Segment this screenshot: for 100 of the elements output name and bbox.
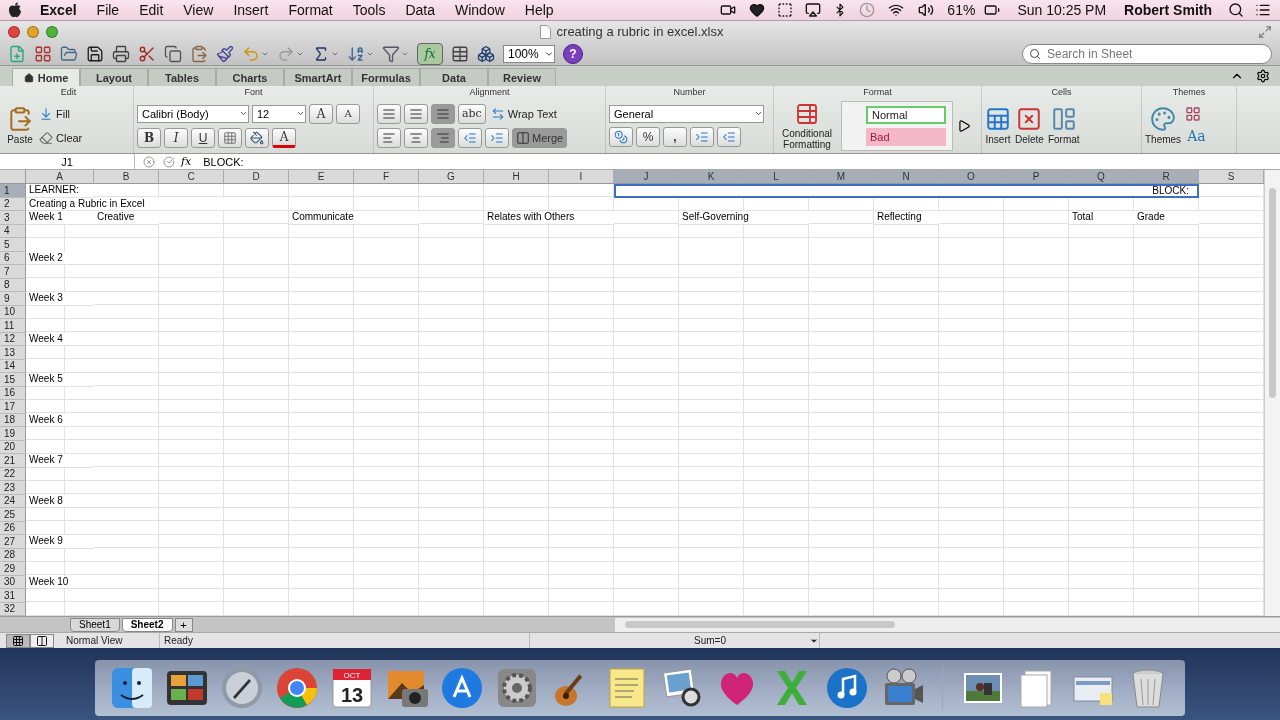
format-button[interactable]: Format bbox=[1047, 106, 1080, 145]
cell-style[interactable]: Normal bbox=[866, 105, 946, 124]
orientation-button[interactable]: abc bbox=[458, 103, 486, 124]
column-header[interactable]: J bbox=[614, 170, 679, 184]
ribbon-tab[interactable]: Home bbox=[12, 68, 80, 86]
menu-item[interactable]: File bbox=[86, 2, 130, 18]
row-header[interactable]: 19 bbox=[0, 427, 26, 441]
conditional-formatting-button[interactable]: Conditional Formatting bbox=[777, 101, 837, 150]
fill-color-button[interactable] bbox=[245, 127, 269, 148]
fill-button[interactable]: Fill bbox=[37, 103, 85, 124]
align-right-button[interactable] bbox=[431, 127, 455, 148]
align-center-button[interactable] bbox=[404, 127, 428, 148]
column-header[interactable]: S bbox=[1199, 170, 1264, 184]
theme-fonts-button[interactable]: Aa bbox=[1185, 125, 1208, 146]
row-header[interactable]: 13 bbox=[0, 346, 26, 360]
column-header[interactable]: N bbox=[874, 170, 939, 184]
column-header[interactable]: G bbox=[419, 170, 484, 184]
heart-icon[interactable] bbox=[749, 2, 766, 18]
decrease-indent-button[interactable] bbox=[458, 127, 482, 148]
column-header[interactable]: H bbox=[484, 170, 549, 184]
italic-button[interactable]: I bbox=[164, 127, 188, 148]
clock-time[interactable]: Sun 10:25 PM bbox=[1011, 2, 1113, 18]
music-note-icon[interactable] bbox=[824, 665, 870, 711]
column-header[interactable]: D bbox=[224, 170, 289, 184]
row-header[interactable]: 5 bbox=[0, 238, 26, 252]
ribbon-tab[interactable]: Charts bbox=[216, 68, 284, 86]
column-header[interactable]: K bbox=[679, 170, 744, 184]
paste-button[interactable]: Paste bbox=[7, 106, 33, 145]
currency-button[interactable] bbox=[609, 126, 633, 147]
check-icon[interactable] bbox=[163, 155, 175, 168]
normal-view-button[interactable] bbox=[6, 633, 30, 648]
underline-button[interactable]: U bbox=[191, 127, 215, 148]
row-header[interactable]: 15 bbox=[0, 373, 26, 387]
row-header[interactable]: 11 bbox=[0, 319, 26, 333]
row-header[interactable]: 29 bbox=[0, 562, 26, 576]
align-top-button[interactable] bbox=[377, 103, 401, 124]
column-header[interactable]: O bbox=[939, 170, 1004, 184]
align-bottom-button[interactable] bbox=[431, 103, 455, 124]
insert-button[interactable]: Insert bbox=[985, 106, 1011, 145]
menu-item[interactable]: Help bbox=[514, 2, 564, 18]
menu-item[interactable]: Excel bbox=[30, 2, 87, 18]
theme-colors-icon[interactable] bbox=[1185, 105, 1202, 122]
column-header[interactable]: C bbox=[159, 170, 224, 184]
search-icon[interactable] bbox=[1228, 2, 1244, 18]
minimize-button[interactable] bbox=[27, 25, 39, 38]
close-button[interactable] bbox=[8, 25, 20, 38]
row-header[interactable]: 25 bbox=[0, 508, 26, 522]
menu-item[interactable]: Tools bbox=[342, 2, 396, 18]
calendar-icon[interactable]: OCT 13 bbox=[329, 665, 375, 711]
volume-icon[interactable] bbox=[917, 2, 936, 18]
zoom-field[interactable]: 100% bbox=[503, 44, 555, 63]
formula-builder-button[interactable]: fx bbox=[417, 42, 443, 65]
apple-icon[interactable] bbox=[8, 2, 22, 18]
ribbon-tab[interactable]: SmartArt bbox=[284, 68, 352, 86]
sheet-tab[interactable]: Sheet1 bbox=[70, 617, 120, 632]
settings-icon[interactable] bbox=[1256, 69, 1270, 83]
column-header[interactable]: P bbox=[1004, 170, 1069, 184]
row-header[interactable]: 9 bbox=[0, 292, 26, 306]
row-header[interactable]: 1 bbox=[0, 184, 26, 198]
font-size-field[interactable]: 12 bbox=[252, 104, 306, 123]
row-header[interactable]: 27 bbox=[0, 535, 26, 549]
decrease-decimal-button[interactable] bbox=[717, 126, 741, 147]
browser-icon[interactable] bbox=[274, 665, 320, 711]
formula-field[interactable]: BLOCK: bbox=[197, 155, 1280, 168]
fx-label[interactable]: fx bbox=[181, 155, 192, 168]
scrollbar-thumb[interactable] bbox=[624, 621, 895, 628]
column-header[interactable]: L bbox=[744, 170, 809, 184]
themes-button[interactable]: Themes bbox=[1145, 106, 1182, 145]
wifi-icon[interactable] bbox=[887, 2, 906, 18]
column-header[interactable]: I bbox=[549, 170, 614, 184]
increase-decimal-button[interactable] bbox=[690, 126, 714, 147]
menu-item[interactable]: Data bbox=[395, 2, 445, 18]
comma-button[interactable]: , bbox=[663, 126, 687, 147]
page-layout-button[interactable] bbox=[30, 633, 54, 648]
delete-button[interactable]: Delete bbox=[1015, 106, 1044, 145]
row-header[interactable]: 21 bbox=[0, 454, 26, 468]
ribbon-tab[interactable]: Tables bbox=[148, 68, 216, 86]
wrap-text-button[interactable]: Wrap Text bbox=[488, 103, 559, 124]
play-icon[interactable] bbox=[957, 118, 971, 133]
row-header[interactable]: 17 bbox=[0, 400, 26, 414]
grow-font-button[interactable]: A bbox=[309, 103, 333, 124]
font-color-button[interactable]: A bbox=[272, 127, 296, 148]
column-header[interactable]: R bbox=[1134, 170, 1199, 184]
column-header[interactable]: E bbox=[289, 170, 354, 184]
column-header[interactable]: Q bbox=[1069, 170, 1134, 184]
menu-item[interactable]: Insert bbox=[223, 2, 279, 18]
row-header[interactable]: 3 bbox=[0, 211, 26, 225]
clear-button[interactable]: Clear bbox=[37, 127, 85, 148]
column-header[interactable]: A bbox=[26, 170, 94, 184]
user-name[interactable]: Robert Smith bbox=[1118, 2, 1218, 18]
bold-button[interactable]: B bbox=[137, 127, 161, 148]
menu-item[interactable]: Window bbox=[445, 2, 515, 18]
menu-item[interactable]: Format bbox=[278, 2, 343, 18]
cancel-icon[interactable] bbox=[143, 155, 155, 168]
scrollbar-thumb[interactable] bbox=[1269, 188, 1276, 398]
menu-item[interactable]: View bbox=[173, 2, 224, 18]
dashed-square-icon[interactable] bbox=[777, 2, 794, 18]
column-header[interactable]: F bbox=[354, 170, 419, 184]
ribbon-tab[interactable]: Layout bbox=[80, 68, 148, 86]
letter-a-icon[interactable] bbox=[439, 665, 485, 711]
